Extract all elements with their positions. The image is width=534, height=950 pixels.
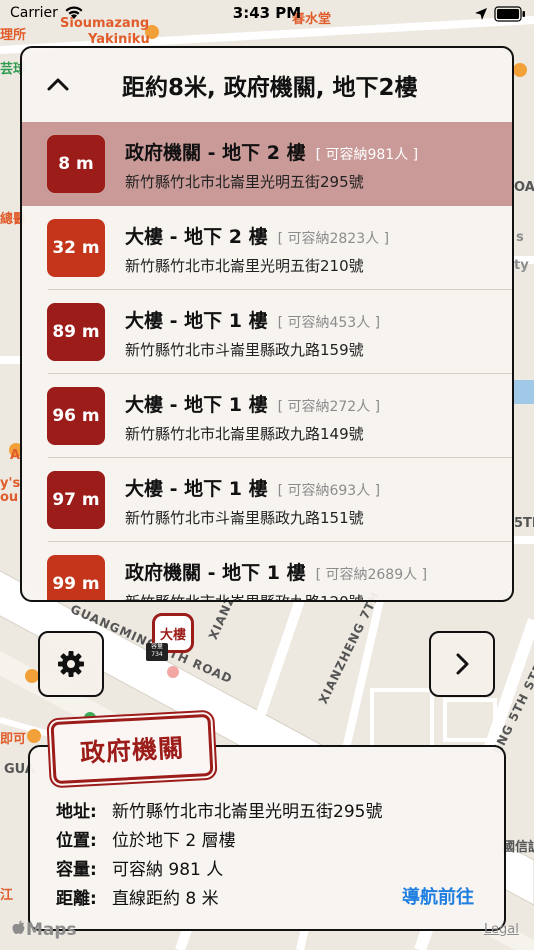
detail-capacity-row: 容量: 可容納 981 人 — [56, 855, 223, 880]
battery-icon — [494, 6, 525, 22]
distance-badge: 99 m — [47, 555, 105, 600]
detail-capacity-key: 容量: — [56, 860, 97, 880]
map-poi-label: 國信訓 — [502, 840, 534, 855]
distance-badge: 89 m — [47, 303, 105, 361]
shelter-title-text: 大樓 - 地下 1 樓 — [125, 310, 268, 332]
map-poi-label: OA — [514, 180, 534, 195]
nearby-shelters-panel: 距約8米, 政府機關, 地下2樓 8 m 政府機關 - 地下 2 樓 [ 可容納9… — [20, 46, 514, 602]
detail-address-value: 新竹縣竹北市北崙里光明五街295號 — [112, 802, 383, 822]
distance-badge: 96 m — [47, 387, 105, 445]
map-pin-capacity-tag: 容量734 — [146, 643, 168, 661]
shelter-title-text: 政府機關 - 地下 2 樓 — [125, 142, 306, 164]
shelter-title: 大樓 - 地下 1 樓 [ 可容納693人 ] — [125, 474, 380, 501]
category-stamp: 政府機關 — [50, 713, 214, 785]
map-poi-label: ou — [0, 490, 19, 505]
status-bar: Carrier 3:43 PM — [0, 0, 534, 28]
shelter-title-text: 大樓 - 地下 2 樓 — [125, 226, 268, 248]
map-poi-label: A — [10, 448, 21, 463]
shelter-title: 政府機關 - 地下 1 樓 [ 可容納2689人 ] — [125, 558, 427, 585]
map-poi-label: 5TH — [514, 516, 534, 531]
panel-header: 距約8米, 政府機關, 地下2樓 — [22, 48, 512, 122]
detail-location-key: 位置: — [56, 831, 97, 851]
shelter-address: 新竹縣竹北市斗崙里縣政九路151號 — [125, 509, 364, 527]
shelter-address: 新竹縣竹北市北崙里縣政九路120號 — [125, 593, 364, 602]
detail-distance-row: 距離: 直線距約 8 米 — [56, 884, 219, 909]
shelter-address: 新竹縣竹北市北崙里光明五街295號 — [125, 173, 364, 191]
legal-link[interactable]: Legal — [484, 922, 519, 937]
shelter-list-item[interactable]: 99 m 政府機關 - 地下 1 樓 [ 可容納2689人 ] 新竹縣竹北市北崙里… — [22, 542, 512, 602]
shelter-list-item[interactable]: 89 m 大樓 - 地下 1 樓 [ 可容納453人 ] 新竹縣竹北市斗崙里縣政九… — [22, 290, 512, 374]
shelter-capacity: [ 可容納272人 ] — [277, 399, 381, 415]
shelter-title: 大樓 - 地下 2 樓 [ 可容納2823人 ] — [125, 222, 389, 249]
shelter-title: 政府機關 - 地下 2 樓 [ 可容納981人 ] — [125, 138, 418, 165]
detail-location-value: 位於地下 2 層樓 — [112, 831, 236, 851]
shelter-list-item[interactable]: 96 m 大樓 - 地下 1 樓 [ 可容納272人 ] 新竹縣竹北市北崙里縣政九… — [22, 374, 512, 458]
chevron-up-icon[interactable] — [44, 70, 72, 98]
detail-location-row: 位置: 位於地下 2 層樓 — [56, 826, 236, 851]
category-stamp-text: 政府機關 — [79, 733, 185, 768]
map-poi-label: s — [516, 230, 524, 245]
distance-badge: 97 m — [47, 471, 105, 529]
next-shelter-button[interactable] — [429, 631, 495, 697]
status-time: 3:43 PM — [232, 4, 302, 22]
shelter-list-item[interactable]: 8 m 政府機關 - 地下 2 樓 [ 可容納981人 ] 新竹縣竹北市北崙里光明… — [22, 122, 512, 206]
shelter-capacity: [ 可容納693人 ] — [277, 483, 381, 499]
detail-address-row: 地址: 新竹縣竹北市北崙里光明五街295號 — [56, 797, 382, 822]
maps-attribution: Maps — [12, 920, 77, 940]
map-poi-label: ty — [514, 258, 529, 273]
shelter-title: 大樓 - 地下 1 樓 [ 可容納272人 ] — [125, 390, 380, 417]
shelter-list[interactable]: 8 m 政府機關 - 地下 2 樓 [ 可容納981人 ] 新竹縣竹北市北崙里光明… — [22, 122, 512, 602]
settings-button[interactable] — [38, 631, 104, 697]
map-poi-label: 即可 — [0, 732, 27, 747]
map-poi-label: y's — [0, 476, 21, 491]
detail-address-key: 地址: — [56, 802, 97, 822]
gear-icon — [58, 651, 84, 677]
shelter-title: 大樓 - 地下 1 樓 [ 可容納453人 ] — [125, 306, 380, 333]
location-arrow-icon — [475, 8, 487, 20]
shelter-address: 新竹縣竹北市斗崙里縣政九路159號 — [125, 341, 364, 359]
shelter-title-text: 大樓 - 地下 1 樓 — [125, 394, 268, 416]
panel-title: 距約8米, 政府機關, 地下2樓 — [122, 75, 418, 101]
shelter-capacity: [ 可容納981人 ] — [315, 147, 419, 163]
detail-distance-value: 直線距約 8 米 — [112, 889, 219, 909]
shelter-title-text: 政府機關 - 地下 1 樓 — [125, 562, 306, 584]
distance-badge: 8 m — [47, 135, 105, 193]
apple-logo-icon — [12, 920, 25, 934]
detail-capacity-value: 可容納 981 人 — [112, 860, 224, 880]
map-pin-label: 大樓 — [159, 627, 186, 643]
shelter-address: 新竹縣竹北市北崙里縣政九路149號 — [125, 425, 364, 443]
map-poi-label: 江 — [0, 888, 14, 903]
map-poi-label: Yakiniku — [88, 32, 150, 47]
shelter-list-item[interactable]: 32 m 大樓 - 地下 2 樓 [ 可容納2823人 ] 新竹縣竹北市北崙里光明… — [22, 206, 512, 290]
detail-distance-key: 距離: — [56, 889, 97, 909]
shelter-title-text: 大樓 - 地下 1 樓 — [125, 478, 268, 500]
shelter-capacity: [ 可容納2823人 ] — [277, 231, 390, 247]
shelter-capacity: [ 可容納2689人 ] — [315, 567, 428, 583]
chevron-right-icon — [456, 653, 469, 675]
distance-badge: 32 m — [47, 219, 105, 277]
navigate-button[interactable]: 導航前往 — [402, 883, 474, 909]
shelter-address: 新竹縣竹北市北崙里光明五街210號 — [125, 257, 364, 275]
shelter-list-item[interactable]: 97 m 大樓 - 地下 1 樓 [ 可容納693人 ] 新竹縣竹北市斗崙里縣政九… — [22, 458, 512, 542]
maps-attribution-text: Maps — [26, 920, 77, 940]
current-location-dot — [167, 666, 179, 678]
shelter-capacity: [ 可容納453人 ] — [277, 315, 381, 331]
